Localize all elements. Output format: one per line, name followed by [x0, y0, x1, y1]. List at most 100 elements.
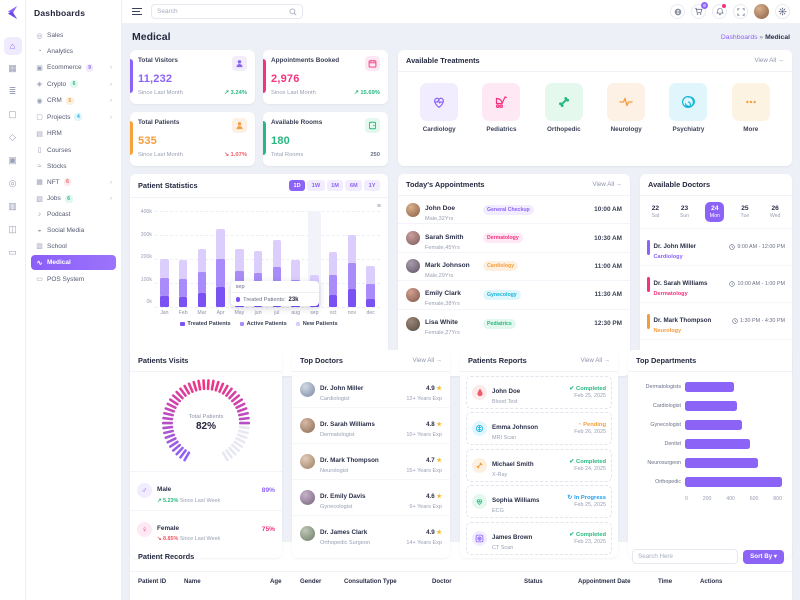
report-item[interactable]: Emma JohnsonMRI Scan ◔PendingFeb 26, 202… — [466, 412, 612, 445]
treatment-neurology[interactable]: Neurology — [607, 83, 645, 133]
day-26-wed[interactable]: 26Wed — [765, 202, 785, 222]
cart-icon[interactable]: 0 — [691, 4, 706, 19]
dept-bar-dermatologists[interactable]: Dermatologists — [638, 382, 782, 392]
sidebar-item-crm[interactable]: ◉CRM5› — [31, 93, 116, 108]
rail-components-icon[interactable]: ◎ — [4, 175, 22, 193]
tab-1w[interactable]: 1W — [307, 180, 324, 191]
sidebar-item-analytics[interactable]: ◔Analytics — [31, 45, 116, 59]
rail-layers-icon[interactable]: ≣ — [4, 83, 22, 101]
col-patient-id[interactable]: Patient ID — [138, 578, 184, 585]
notifications-bell-icon[interactable] — [712, 4, 727, 19]
app-logo-icon[interactable] — [5, 5, 20, 20]
tab-6m[interactable]: 6M — [345, 180, 362, 191]
rail-pages-icon[interactable]: ▢ — [4, 106, 22, 124]
language-globe-icon[interactable] — [670, 4, 685, 19]
breadcrumb-dashboards[interactable]: Dashboards — [721, 34, 758, 41]
top-doctor-row[interactable]: Dr. James ClarkOrthopedic Surgeon 4.9 ★1… — [292, 516, 450, 551]
sidebar-item-nft[interactable]: ▦NFT6› — [31, 175, 116, 190]
bar-oct[interactable] — [327, 211, 340, 307]
sidebar-item-sales[interactable]: ◎Sales — [31, 28, 116, 43]
search-input[interactable] — [157, 8, 289, 15]
sidebar-item-projects[interactable]: ▢Projects4› — [31, 110, 116, 125]
rail-widgets-icon[interactable]: ▣ — [4, 152, 22, 170]
treatments-view-all-link[interactable]: View All → — [755, 57, 784, 64]
sidebar-item-pos-system[interactable]: ▭POS System — [31, 272, 116, 287]
settings-gear-icon[interactable] — [775, 4, 790, 19]
rail-apps-icon[interactable]: ▦ — [4, 60, 22, 78]
bar-Jan[interactable] — [158, 211, 171, 307]
doctor-availability-row[interactable]: Dr. Mark ThompsonNeurology 1:30 PM - 4:3… — [640, 303, 792, 340]
appointment-row[interactable]: John DoeMale,32Yrs General Checkup 10:00… — [398, 196, 630, 224]
report-item[interactable]: James BrownCT Scan ✔CompletedFeb 23, 202… — [466, 522, 612, 555]
appointment-row[interactable]: Sarah SmithFemale,45Yrs Dermatology 10:3… — [398, 224, 630, 252]
sidebar-item-podcast[interactable]: ♪Podcast — [31, 208, 116, 222]
tab-1d[interactable]: 1D — [289, 180, 305, 191]
reports-view-all-link[interactable]: View All → — [581, 357, 610, 364]
sidebar-item-hrm[interactable]: ▤HRM — [31, 126, 116, 141]
report-item[interactable]: Sophia WilliamsECG ↻In ProgressFeb 25, 2… — [466, 485, 612, 518]
sidebar-item-school[interactable]: ▥School — [31, 239, 116, 254]
bar-nov[interactable] — [345, 211, 358, 307]
col-actions[interactable]: Actions — [700, 578, 784, 585]
top-doctor-row[interactable]: Dr. Sarah WilliamsDermatologist 4.8 ★10+… — [292, 408, 450, 444]
menu-toggle-icon[interactable] — [132, 8, 142, 15]
col-name[interactable]: Name — [184, 578, 270, 585]
report-item[interactable]: Michael SmithX-Ray ✔CompletedFeb 24, 202… — [466, 449, 612, 482]
day-24-mon[interactable]: 24Mon — [705, 202, 724, 222]
rail-media-icon[interactable]: ▥ — [4, 198, 22, 216]
sidebar-item-courses[interactable]: ▯Courses — [31, 143, 116, 158]
treatment-psychiatry[interactable]: Psychiatry — [669, 83, 707, 133]
sidebar-item-jobs[interactable]: ▧Jobs6› — [31, 191, 116, 206]
chart-menu-icon[interactable]: ≡ — [377, 203, 381, 210]
top-doctor-row[interactable]: Dr. John MillerCardiologist 4.9 ★12+ Yea… — [292, 372, 450, 408]
appointment-row[interactable]: Emily ClarkFemale,38Yrs Gynecology 11:30… — [398, 281, 630, 309]
dept-bar-gynecologist[interactable]: Gynecologist — [638, 420, 782, 430]
sort-by-button[interactable]: Sort By ▾ — [743, 550, 784, 564]
treatment-more[interactable]: More — [732, 83, 770, 133]
col-gender[interactable]: Gender — [300, 578, 344, 585]
col-time[interactable]: Time — [658, 578, 700, 585]
appointment-row[interactable]: Mark JohnsonMale,29Yrs Cardiology 11:00 … — [398, 253, 630, 281]
top-doctors-view-all-link[interactable]: View All → — [413, 357, 442, 364]
col-age[interactable]: Age — [270, 578, 300, 585]
sidebar-item-medical[interactable]: ∿Medical — [31, 255, 116, 270]
rail-home-icon[interactable]: ⌂ — [4, 37, 22, 55]
doctor-availability-row[interactable]: Dr. Sarah WilliamsDermatology 10:00 AM -… — [640, 266, 792, 303]
rail-charts-icon[interactable]: ◫ — [4, 221, 22, 239]
sidebar-item-stocks[interactable]: ≈Stocks — [31, 159, 116, 173]
bar-Mar[interactable] — [195, 211, 208, 307]
dept-bar-neurosurgeon[interactable]: Neurosurgeon — [638, 458, 782, 468]
col-consultation-type[interactable]: Consultation Type — [344, 578, 432, 585]
doctor-availability-row[interactable]: Dr. John MillerCardiology 9:00 AM - 12:0… — [640, 229, 792, 266]
report-item[interactable]: John DoeBlood Test ✔CompletedFeb 25, 202… — [466, 376, 612, 409]
dept-bar-cardiologist[interactable]: Cardiologist — [638, 401, 782, 411]
rail-utilities-icon[interactable]: ◇ — [4, 129, 22, 147]
day-22-sat[interactable]: 22Sat — [647, 202, 664, 222]
tab-1y[interactable]: 1Y — [364, 180, 380, 191]
appointment-row[interactable]: Lisa WhiteFemale,27Yrs Pediatrics 12:30 … — [398, 310, 630, 338]
appointments-view-all-link[interactable]: View All → — [593, 181, 622, 188]
col-doctor[interactable]: Doctor — [432, 578, 524, 585]
day-25-tue[interactable]: 25Tue — [736, 202, 754, 222]
fullscreen-icon[interactable] — [733, 4, 748, 19]
top-doctor-row[interactable]: Dr. Emily DavisGynecologist 4.6 ★9+ Year… — [292, 480, 450, 516]
treatment-orthopedic[interactable]: Orthopedic — [545, 83, 583, 133]
records-search-input[interactable] — [632, 549, 738, 564]
bar-dec[interactable] — [364, 211, 377, 307]
tab-1m[interactable]: 1M — [327, 180, 344, 191]
dept-bar-dentist[interactable]: Dentist — [638, 439, 782, 449]
treatment-pediatrics[interactable]: Pediatrics — [482, 83, 520, 133]
bar-Apr[interactable] — [214, 211, 227, 307]
top-doctor-row[interactable]: Dr. Mark ThompsonNeurologist 4.7 ★15+ Ye… — [292, 444, 450, 480]
day-23-sun[interactable]: 23Sun — [675, 202, 693, 222]
treatment-cardiology[interactable]: Cardiology — [420, 83, 458, 133]
sidebar-item-crypto[interactable]: ◈Crypto6› — [31, 77, 116, 92]
col-appointment-date[interactable]: Appointment Date — [578, 578, 658, 585]
dept-bar-orthopedic[interactable]: Orthopedic — [638, 477, 782, 487]
rail-cards-icon[interactable]: ▭ — [4, 244, 22, 262]
bar-Feb[interactable] — [177, 211, 190, 307]
sidebar-item-social-media[interactable]: ◒Social Media — [31, 223, 116, 237]
col-status[interactable]: Status — [524, 578, 578, 585]
sidebar-item-ecommerce[interactable]: ▣Ecommerce9› — [31, 60, 116, 75]
user-avatar[interactable] — [754, 4, 769, 19]
